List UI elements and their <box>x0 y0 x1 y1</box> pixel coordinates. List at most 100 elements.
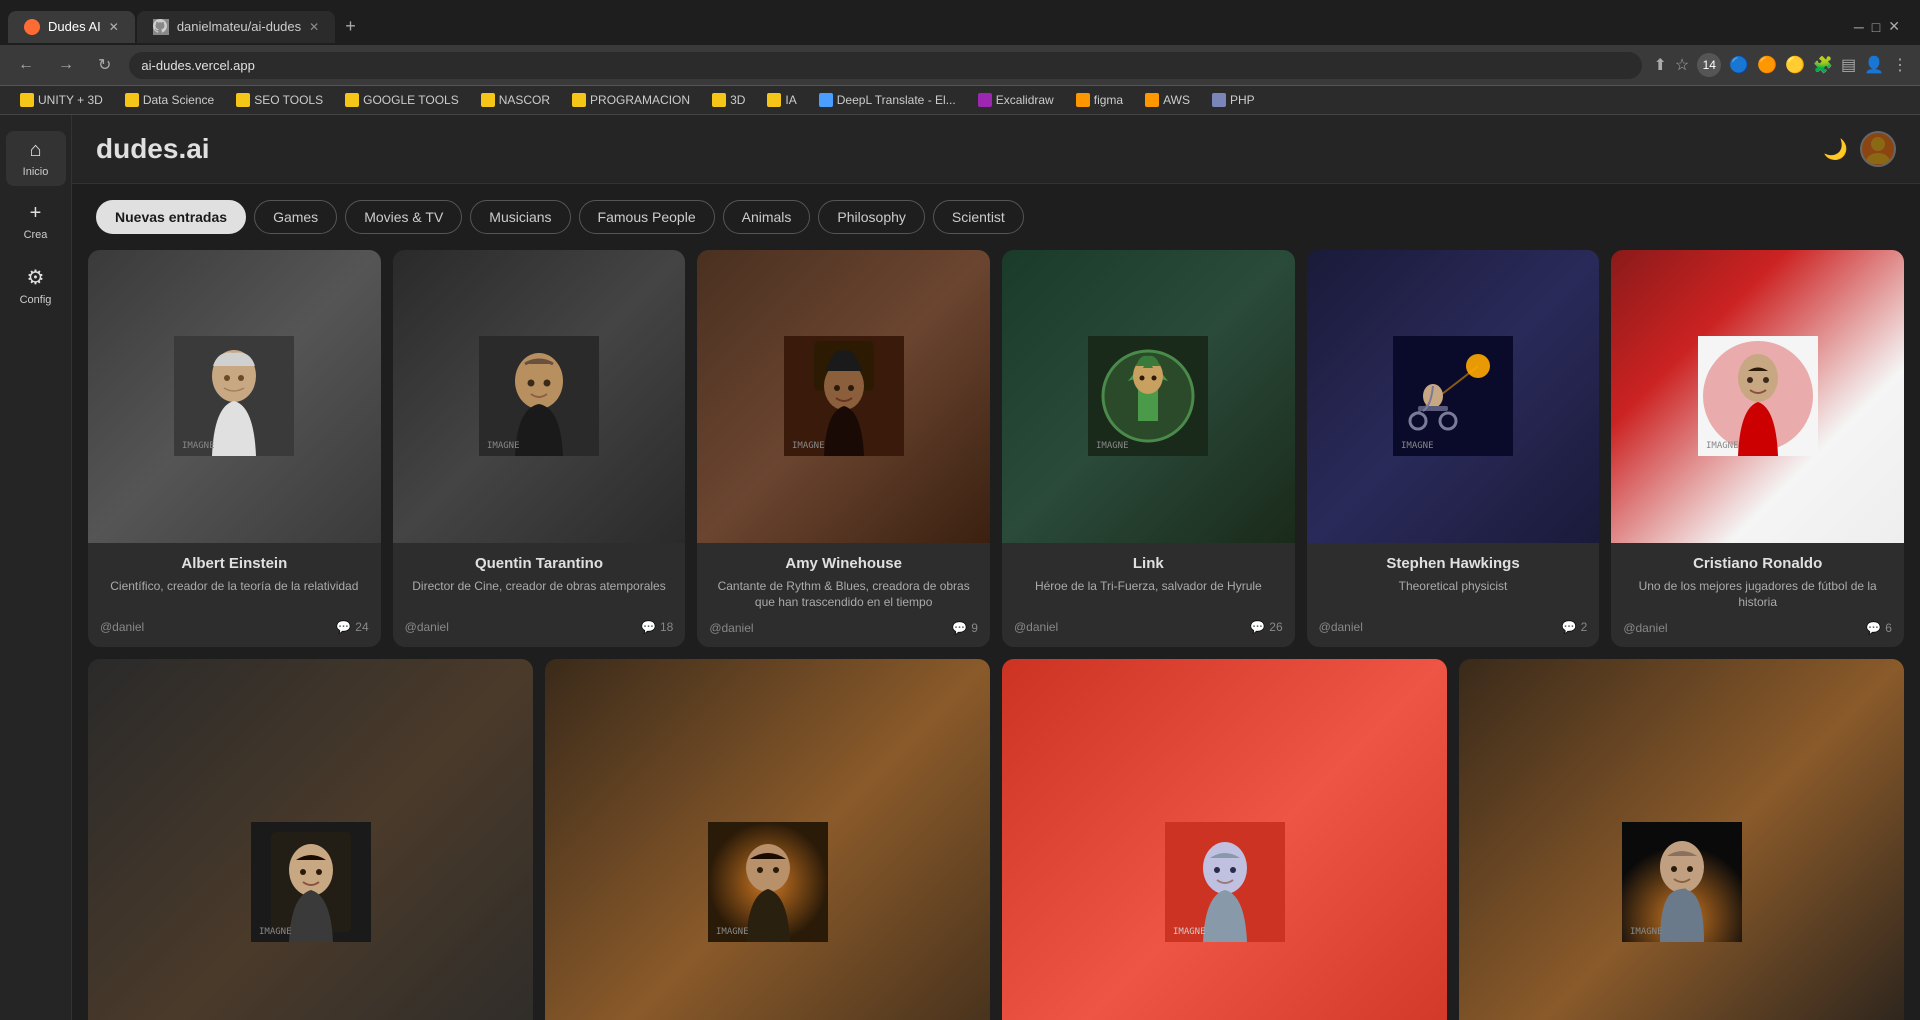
share-icon[interactable]: ⬆ <box>1654 55 1667 75</box>
bookmark-datascience[interactable]: Data Science <box>117 90 222 110</box>
tab-movies-tv[interactable]: Movies & TV <box>345 200 462 234</box>
card-hawkings[interactable]: IMAGNE Stephen Hawkings Theoretical phys… <box>1307 250 1600 647</box>
tab-bar: Dudes AI ✕ danielmateu/ai-dudes ✕ + ─ □ … <box>0 0 1920 45</box>
profile-badge[interactable]: 14 <box>1697 53 1721 77</box>
bookmark-icon-3d <box>712 93 726 107</box>
dark-mode-toggle[interactable]: 🌙 <box>1823 137 1848 162</box>
card-name-link: Link <box>1014 555 1283 572</box>
bookmark-programacion[interactable]: PROGRAMACION <box>564 90 698 110</box>
browser-chrome: Dudes AI ✕ danielmateu/ai-dudes ✕ + ─ □ … <box>0 0 1920 115</box>
card-body-tarantino: Quentin Tarantino Director de Cine, crea… <box>393 543 686 646</box>
refresh-button[interactable]: ↻ <box>92 51 117 79</box>
bookmark-icon-aws <box>1145 93 1159 107</box>
sidebar-item-crea[interactable]: + Crea <box>6 194 66 249</box>
bookmark-label-deepl: DeepL Translate - El... <box>837 93 956 107</box>
tab-scientist[interactable]: Scientist <box>933 200 1024 234</box>
tab-animals[interactable]: Animals <box>723 200 811 234</box>
card-footer-ronaldo: @daniel 💬 6 <box>1623 621 1892 635</box>
bookmark-seotools[interactable]: SEO TOOLS <box>228 90 331 110</box>
tab-musicians[interactable]: Musicians <box>470 200 570 234</box>
sidebar-toggle-icon[interactable]: ▤ <box>1841 55 1856 75</box>
extension-icon-3[interactable]: 🟡 <box>1785 55 1805 75</box>
card-desc-einstein: Científico, creador de la teoría de la r… <box>100 578 369 610</box>
card-comments-einstein: 💬 24 <box>336 620 368 634</box>
bookmark-icon-php <box>1212 93 1226 107</box>
extension-icon-1[interactable]: 🔵 <box>1729 55 1749 75</box>
bookmark-aws[interactable]: AWS <box>1137 90 1198 110</box>
extension-icon-2[interactable]: 🟠 <box>1757 55 1777 75</box>
card-link[interactable]: IMAGNE Link Héroe de la Tri-Fuerza, salv… <box>1002 250 1295 647</box>
comment-icon-einstein: 💬 <box>336 620 351 634</box>
tab-famous-people[interactable]: Famous People <box>579 200 715 234</box>
card-ronaldo[interactable]: IMAGNE Cristiano Ronaldo Uno de los mejo… <box>1611 250 1904 647</box>
comment-count-amy: 9 <box>971 621 978 635</box>
back-button[interactable]: ← <box>12 52 40 78</box>
bookmark-nascor[interactable]: NASCOR <box>473 90 558 110</box>
card-bezos[interactable]: IMAGNE Jeff Bezos CEO Amazon @daniel 💬 6 <box>545 659 990 1020</box>
puzzle-icon[interactable]: 🧩 <box>1813 55 1833 75</box>
card-amy[interactable]: IMAGNE Amy Winehouse Cantante de Rythm &… <box>697 250 990 647</box>
bookmark-label-ia: IA <box>785 93 796 107</box>
forward-button[interactable]: → <box>52 52 80 78</box>
bookmark-icon-nascor <box>481 93 495 107</box>
bookmark-icon-datascience <box>125 93 139 107</box>
app-header: dudes.ai 🌙 <box>72 115 1920 184</box>
card-musk[interactable]: IMAGNE Elon Musk CEO & Fundador de Tesla… <box>1459 659 1904 1020</box>
user-avatar-browser[interactable]: 👤 <box>1864 55 1884 75</box>
card-image-ronaldo: IMAGNE <box>1611 250 1904 543</box>
tab-games[interactable]: Games <box>254 200 337 234</box>
bookmark-label-googletools: GOOGLE TOOLS <box>363 93 459 107</box>
bookmark-deepl[interactable]: DeepL Translate - El... <box>811 90 964 110</box>
card-comments-ronaldo: 💬 6 <box>1866 621 1892 635</box>
new-tab-button[interactable]: + <box>337 8 364 45</box>
card-body-amy: Amy Winehouse Cantante de Rythm & Blues,… <box>697 543 990 648</box>
bookmark-icon-ia <box>767 93 781 107</box>
tab-close-2[interactable]: ✕ <box>309 20 319 34</box>
card-footer-amy: @daniel 💬 9 <box>709 621 978 635</box>
card-comments-link: 💬 26 <box>1250 620 1282 634</box>
card-desc-ronaldo: Uno de los mejores jugadores de fútbol d… <box>1623 578 1892 612</box>
tab-nuevas-entradas[interactable]: Nuevas entradas <box>96 200 246 234</box>
card-tarantino[interactable]: IMAGNE Quentin Tarantino Director de Cin… <box>393 250 686 647</box>
user-avatar[interactable] <box>1860 131 1896 167</box>
tab-philosophy[interactable]: Philosophy <box>818 200 925 234</box>
bookmark-icon-unity <box>20 93 34 107</box>
sidebar: ⌂ Inicio + Crea ⚙ Config <box>0 115 72 1020</box>
card-image-bezos: IMAGNE <box>545 659 990 1020</box>
maximize-button[interactable]: □ <box>1872 19 1880 35</box>
bookmark-googletools[interactable]: GOOGLE TOOLS <box>337 90 467 110</box>
bookmark-ia[interactable]: IA <box>759 90 804 110</box>
card-name-einstein: Albert Einstein <box>100 555 369 572</box>
card-eminem[interactable]: IMAGNE Eminem Leyenda del rap, conocido … <box>88 659 533 1020</box>
card-image-hawkings: IMAGNE <box>1307 250 1600 543</box>
bookmark-php[interactable]: PHP <box>1204 90 1263 110</box>
url-input[interactable] <box>129 52 1641 79</box>
menu-dots[interactable]: ⋮ <box>1892 55 1908 75</box>
sidebar-label-config: Config <box>20 294 52 306</box>
tab-dudes-ai[interactable]: Dudes AI ✕ <box>8 11 135 43</box>
card-author-hawkings: @daniel <box>1319 620 1363 634</box>
tab-close-1[interactable]: ✕ <box>109 20 119 34</box>
plus-icon: + <box>30 202 42 225</box>
bookmark-label-excalidraw: Excalidraw <box>996 93 1054 107</box>
bookmark-unity[interactable]: UNITY + 3D <box>12 90 111 110</box>
bookmark-3d[interactable]: 3D <box>704 90 753 110</box>
bookmark-label-seotools: SEO TOOLS <box>254 93 323 107</box>
card-image-amy: IMAGNE <box>697 250 990 543</box>
tab-bar-controls: ─ □ ✕ <box>1842 18 1912 35</box>
sidebar-item-inicio[interactable]: ⌂ Inicio <box>6 131 66 186</box>
bookmark-icon[interactable]: ☆ <box>1675 55 1689 75</box>
sidebar-item-config[interactable]: ⚙ Config <box>6 257 66 314</box>
card-zuckerberg[interactable]: IMAGNE Mark Zuckerberg CEO & fundador de… <box>1002 659 1447 1020</box>
close-window-button[interactable]: ✕ <box>1888 18 1900 35</box>
gear-icon: ⚙ <box>27 265 45 290</box>
bookmark-icon-programacion <box>572 93 586 107</box>
minimize-button[interactable]: ─ <box>1854 19 1864 35</box>
tab-github[interactable]: danielmateu/ai-dudes ✕ <box>137 11 335 43</box>
bookmark-excalidraw[interactable]: Excalidraw <box>970 90 1062 110</box>
card-einstein[interactable]: IMAGNE Albert Einstein Científico, cread… <box>88 250 381 647</box>
cards-row-2: IMAGNE Eminem Leyenda del rap, conocido … <box>88 659 1904 1020</box>
bookmark-figma[interactable]: figma <box>1068 90 1131 110</box>
svg-text:IMAGNE: IMAGNE <box>259 927 292 937</box>
bookmark-label-unity: UNITY + 3D <box>38 93 103 107</box>
